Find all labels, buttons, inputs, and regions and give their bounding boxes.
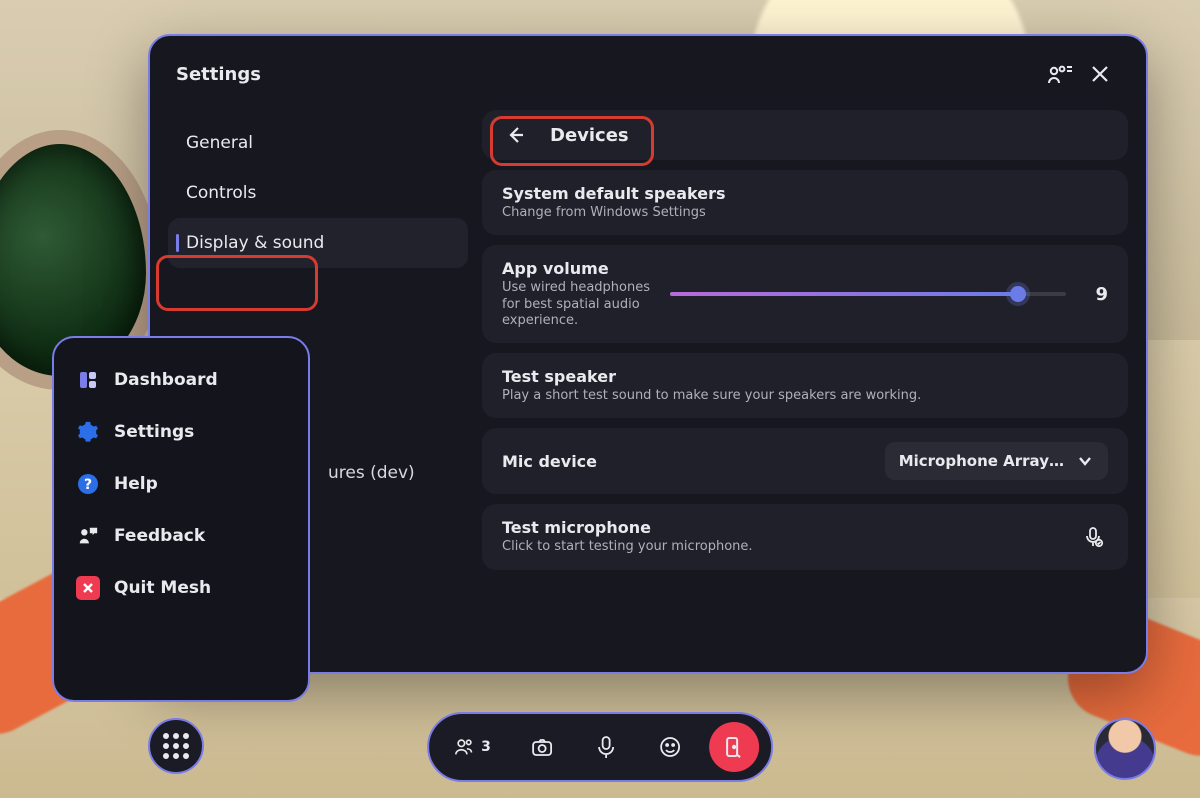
- card-title: System default speakers: [502, 184, 1108, 203]
- menu-item-label: Settings: [114, 422, 194, 442]
- card-system-speakers[interactable]: System default speakers Change from Wind…: [482, 170, 1128, 235]
- close-icon[interactable]: [1080, 54, 1120, 94]
- bottom-toolbar: 3: [427, 712, 773, 782]
- card-test-speaker[interactable]: Test speaker Play a short test sound to …: [482, 353, 1128, 418]
- card-subtitle: Use wired headphones for best spatial au…: [502, 280, 652, 329]
- menu-item-feedback[interactable]: Feedback: [64, 510, 298, 562]
- quit-icon: [76, 576, 100, 600]
- card-subtitle: Click to start testing your microphone.: [502, 539, 1060, 555]
- microphone-test-icon: [1078, 522, 1108, 552]
- settings-content: Devices System default speakers Change f…: [482, 110, 1128, 654]
- card-subtitle: Change from Windows Settings: [502, 205, 752, 221]
- card-title: App volume: [502, 259, 652, 278]
- window-header: Settings: [150, 36, 1146, 100]
- content-title: Devices: [550, 125, 629, 146]
- card-mic-device: Mic device Microphone Array…: [482, 428, 1128, 494]
- main-menu: Dashboard Settings ? Help Feedback Quit …: [52, 336, 310, 702]
- menu-item-label: Help: [114, 474, 158, 494]
- card-subtitle: Play a short test sound to make sure you…: [502, 388, 1108, 404]
- sidebar-item-display-sound[interactable]: Display & sound: [168, 218, 468, 268]
- sidebar-item-label: ures (dev): [328, 463, 415, 483]
- feedback-icon: [76, 524, 100, 548]
- sidebar-item-label: Controls: [186, 183, 256, 203]
- participants-button[interactable]: 3: [441, 722, 503, 772]
- dashboard-icon: [76, 368, 100, 392]
- leave-button[interactable]: [709, 722, 759, 772]
- microphone-button[interactable]: [581, 722, 631, 772]
- apps-grid-icon: [163, 733, 189, 759]
- user-avatar[interactable]: [1094, 718, 1156, 780]
- card-title: Test microphone: [502, 518, 1060, 537]
- svg-text:?: ?: [84, 477, 92, 493]
- card-app-volume: App volume Use wired headphones for best…: [482, 245, 1128, 343]
- reactions-button[interactable]: [645, 722, 695, 772]
- content-header: Devices: [482, 110, 1128, 160]
- menu-item-quit[interactable]: Quit Mesh: [64, 562, 298, 614]
- card-test-microphone[interactable]: Test microphone Click to start testing y…: [482, 504, 1128, 569]
- sidebar-item-controls[interactable]: Controls: [168, 168, 468, 218]
- window-title: Settings: [176, 64, 1040, 85]
- mic-device-selected: Microphone Array…: [899, 452, 1064, 470]
- menu-item-label: Quit Mesh: [114, 578, 211, 598]
- menu-item-settings[interactable]: Settings: [64, 406, 298, 458]
- camera-button[interactable]: [517, 722, 567, 772]
- back-arrow-icon[interactable]: [502, 122, 528, 148]
- sidebar-item-label: General: [186, 133, 253, 153]
- menu-item-label: Dashboard: [114, 370, 218, 390]
- help-icon: ?: [76, 472, 100, 496]
- mic-device-select[interactable]: Microphone Array…: [885, 442, 1108, 480]
- card-title: Mic device: [502, 452, 867, 471]
- menu-item-label: Feedback: [114, 526, 205, 546]
- volume-value: 9: [1084, 284, 1108, 305]
- sidebar-item-label: Display & sound: [186, 233, 324, 253]
- gear-icon: [76, 420, 100, 444]
- card-title: Test speaker: [502, 367, 1108, 386]
- sidebar-item-general[interactable]: General: [168, 118, 468, 168]
- participants-count: 3: [481, 739, 491, 755]
- contacts-icon[interactable]: [1040, 54, 1080, 94]
- menu-item-help[interactable]: ? Help: [64, 458, 298, 510]
- app-launcher-button[interactable]: [148, 718, 204, 774]
- volume-slider[interactable]: [670, 284, 1066, 304]
- menu-item-dashboard[interactable]: Dashboard: [64, 354, 298, 406]
- chevron-down-icon: [1076, 452, 1094, 470]
